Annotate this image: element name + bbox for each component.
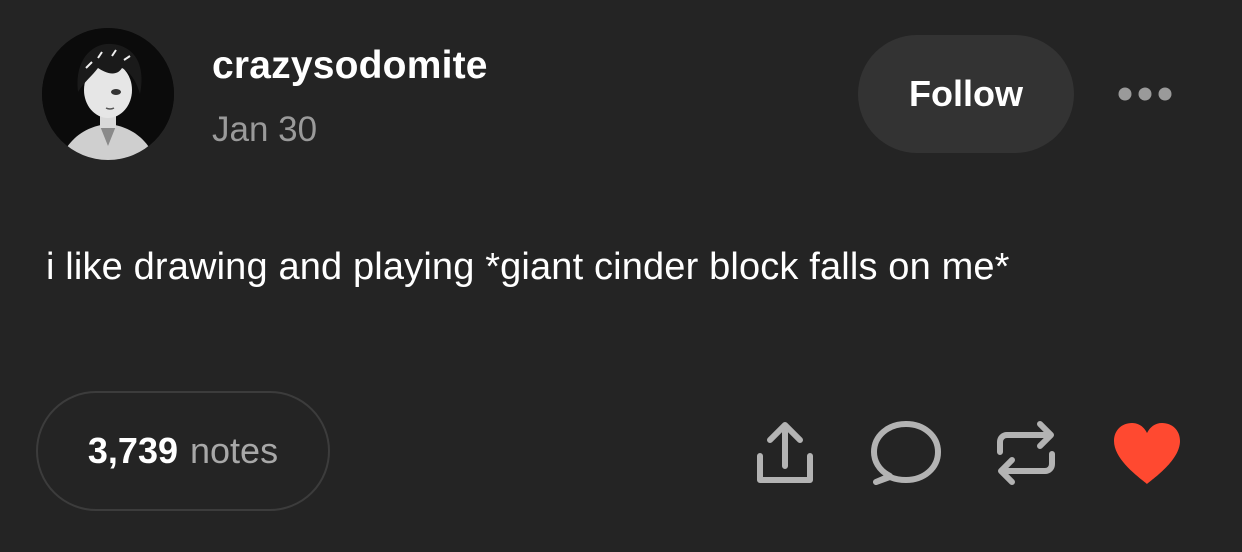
more-options-icon bbox=[1118, 87, 1172, 101]
post-author[interactable]: crazysodomite bbox=[212, 44, 488, 88]
reblog-button[interactable] bbox=[990, 418, 1062, 488]
reply-bubble-icon bbox=[871, 421, 941, 485]
post-date: Jan 30 bbox=[212, 110, 318, 149]
avatar-image bbox=[42, 28, 174, 160]
reblog-icon bbox=[997, 421, 1055, 485]
notes-label: notes bbox=[190, 430, 279, 471]
follow-button[interactable]: Follow bbox=[858, 35, 1074, 153]
notes-count: 3,739 bbox=[87, 430, 178, 471]
like-button[interactable] bbox=[1110, 420, 1184, 486]
notes-button[interactable]: 3,739 notes bbox=[36, 391, 330, 511]
heart-icon bbox=[1114, 423, 1180, 484]
reply-button[interactable] bbox=[868, 418, 944, 488]
avatar[interactable] bbox=[42, 28, 174, 160]
share-button[interactable] bbox=[750, 418, 820, 488]
more-options-button[interactable] bbox=[1112, 80, 1178, 108]
share-icon bbox=[757, 422, 813, 483]
post-text: i like drawing and playing *giant cinder… bbox=[46, 246, 1010, 288]
